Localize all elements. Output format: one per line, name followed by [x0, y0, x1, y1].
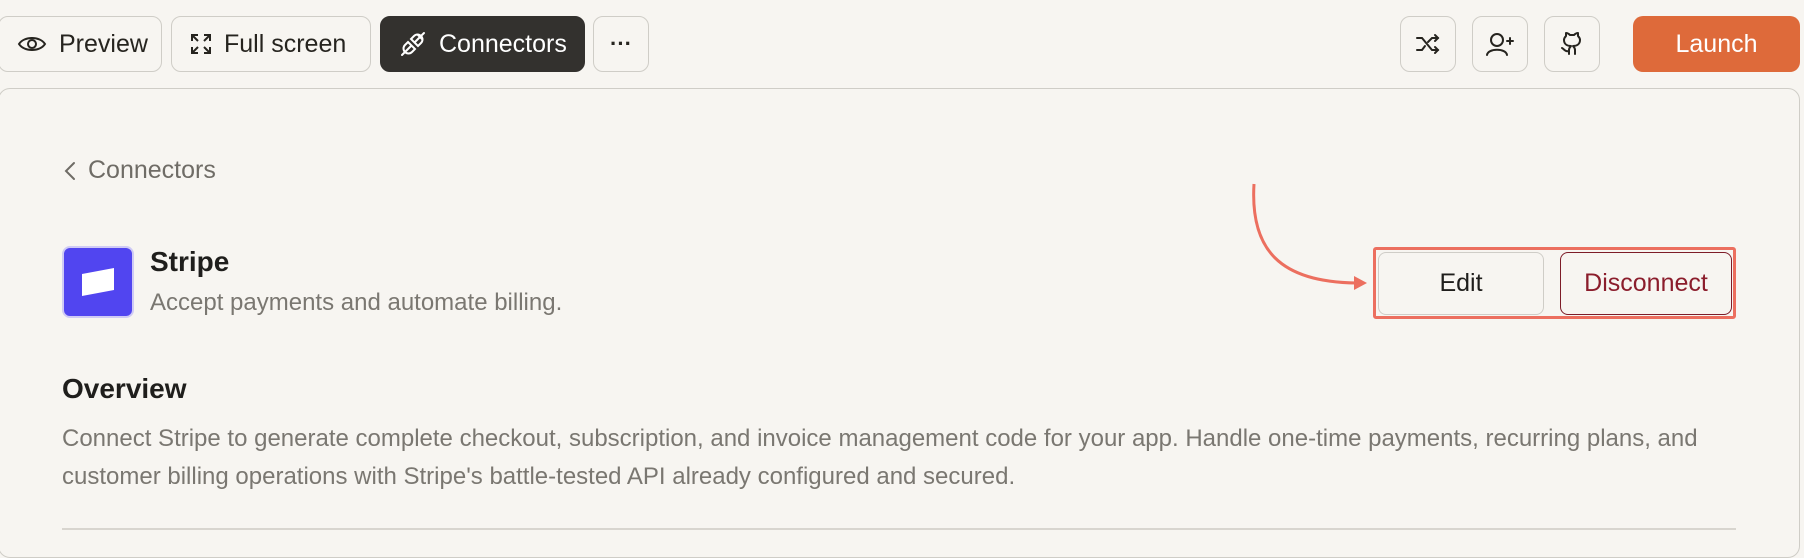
edit-label: Edit	[1439, 269, 1483, 297]
preview-button[interactable]: Preview	[0, 16, 162, 72]
fullscreen-button[interactable]: Full screen	[171, 16, 371, 72]
shuffle-icon	[1416, 34, 1440, 54]
chevron-left-icon	[64, 161, 75, 180]
add-user-icon	[1486, 33, 1514, 56]
disconnect-button[interactable]: Disconnect	[1560, 252, 1732, 315]
top-toolbar: Preview Full screen Connectors ··· Launc…	[0, 0, 1804, 88]
more-options-button[interactable]: ···	[593, 16, 649, 72]
overview-heading: Overview	[62, 373, 187, 404]
connectors-label: Connectors	[439, 29, 567, 58]
launch-button[interactable]: Launch	[1633, 16, 1800, 72]
eye-icon	[17, 37, 47, 51]
stripe-logo	[62, 246, 134, 318]
launch-label: Launch	[1675, 29, 1758, 58]
connector-tagline: Accept payments and automate billing.	[150, 289, 563, 316]
section-divider	[62, 528, 1736, 530]
edit-button[interactable]: Edit	[1378, 252, 1544, 315]
invite-user-button[interactable]	[1472, 16, 1528, 72]
preview-label: Preview	[59, 29, 148, 58]
fullscreen-label: Full screen	[224, 29, 347, 58]
github-button[interactable]	[1544, 16, 1600, 72]
back-link-label: Connectors	[88, 156, 216, 184]
connector-name: Stripe	[150, 246, 230, 277]
github-icon	[1561, 32, 1581, 55]
connectors-tab-button[interactable]: Connectors	[380, 16, 585, 72]
disconnect-label: Disconnect	[1584, 269, 1708, 297]
expand-icon	[191, 34, 211, 54]
shuffle-button[interactable]	[1400, 16, 1456, 72]
back-to-connectors-link[interactable]: Connectors	[64, 156, 216, 185]
overview-description: Connect Stripe to generate complete chec…	[62, 425, 1698, 490]
more-icon: ···	[610, 31, 632, 56]
plug-icon	[401, 32, 425, 56]
stripe-logo-icon	[82, 268, 114, 296]
